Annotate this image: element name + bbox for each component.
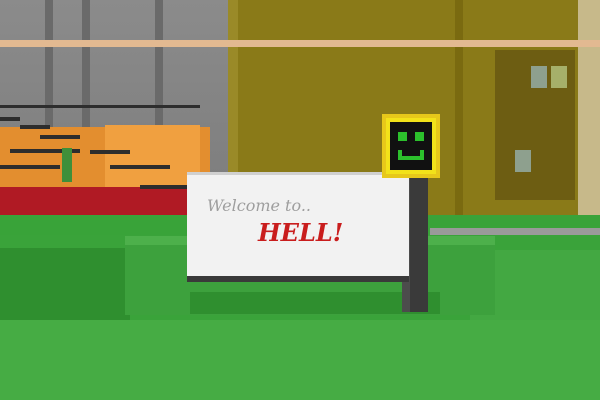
- stair-step: [40, 135, 80, 139]
- building-window: [515, 150, 531, 172]
- stair-step: [20, 125, 50, 129]
- grass-floor: [0, 320, 600, 400]
- distant-building: [495, 50, 575, 200]
- sign-line-1: Welcome to..: [207, 196, 311, 215]
- smiley-eye: [415, 132, 424, 141]
- overhead-rail: [0, 40, 600, 47]
- window-mullion: [455, 0, 463, 230]
- orange-train: [0, 105, 215, 230]
- building-window: [551, 66, 567, 88]
- building-window: [531, 66, 547, 88]
- smiley-face-icon[interactable]: [382, 114, 440, 178]
- train-roof-edge: [0, 105, 200, 108]
- stair-step: [90, 150, 130, 154]
- sign-line-2: HELL!: [258, 218, 344, 247]
- side-wall: [578, 0, 600, 240]
- smiley-screen: [390, 122, 432, 170]
- game-viewport[interactable]: Welcome to.. HELL!: [0, 0, 600, 400]
- cactus: [62, 148, 72, 182]
- stair-step: [110, 165, 170, 169]
- stair-step: [0, 165, 60, 169]
- stair-step: [0, 117, 20, 121]
- smiley-mouth: [398, 150, 424, 160]
- smiley-eye: [398, 132, 407, 141]
